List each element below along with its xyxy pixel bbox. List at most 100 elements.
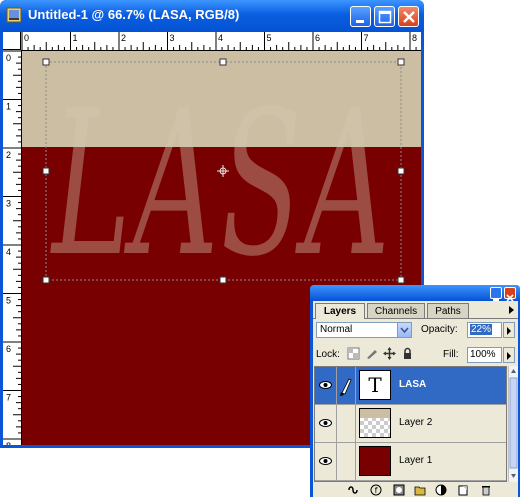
eye-icon [319,419,332,427]
ruler-corner[interactable] [3,32,21,50]
ruler-label: 2 [121,33,126,43]
opacity-label: Opacity: [421,324,458,335]
ruler-label: 3 [170,33,175,43]
ruler-label: 3 [6,199,11,209]
ruler-label: 4 [6,247,11,257]
new-adjustment-layer-icon[interactable] [435,484,447,496]
fill-field[interactable]: 100% [467,347,502,363]
layer-visibility-toggle[interactable] [315,443,337,480]
lock-image-pixels-icon[interactable] [365,347,378,360]
close-icon [403,11,415,23]
layer-name[interactable]: Layer 2 [399,417,432,428]
layers-scrollbar[interactable] [508,366,518,482]
ruler-label: 4 [218,33,223,43]
layer-name[interactable]: LASA [399,379,426,390]
fill-value: 100% [470,349,496,360]
lock-transparent-pixels-icon[interactable] [347,347,360,360]
ruler-label: 1 [6,102,11,112]
layers-palette-body: Layers Channels Paths Normal Opacity: 22… [313,301,518,497]
close-button[interactable] [398,6,419,27]
text-layer-t-icon: T [368,373,382,397]
layer-visibility-toggle[interactable] [315,367,337,404]
palette-tabs: Layers Channels Paths [313,301,518,319]
layer-row-layer-2[interactable]: Layer 2 [315,405,506,443]
layer-thumbnail [359,408,391,438]
blend-mode-value: Normal [320,324,353,335]
svg-text:f: f [375,486,378,495]
ruler-label: 6 [6,344,11,354]
layer-row-layer-1[interactable]: Layer 1 [315,443,506,481]
ruler-label: 5 [267,33,272,43]
handle-bottom-right [397,276,405,284]
layers-palette-titlebar[interactable] [310,285,520,302]
layers-list[interactable]: T LASA Layer 2 Layer 1 [314,366,507,482]
handle-top-left [42,58,50,66]
ruler-label: 8 [412,33,417,43]
layer-link-toggle[interactable] [337,367,356,404]
document-titlebar[interactable]: Untitled-1 @ 66.7% (LASA, RGB/8) [0,0,424,32]
scrollbar-arrows [509,369,518,478]
eye-icon [319,381,332,389]
layers-palette[interactable]: Layers Channels Paths Normal Opacity: 22… [310,285,520,497]
opacity-slider-button[interactable] [503,322,515,338]
tab-channels[interactable]: Channels [367,303,425,318]
link-layers-icon[interactable] [347,484,359,496]
tab-paths[interactable]: Paths [427,303,469,318]
new-layer-icon[interactable] [457,484,469,496]
minimize-icon [356,20,364,23]
add-layer-style-icon[interactable]: f [370,484,382,496]
ruler-label: 2 [6,150,11,160]
minimize-button[interactable] [350,6,371,27]
opacity-field[interactable]: 22% [467,322,502,338]
lock-position-icon[interactable] [383,347,396,360]
handle-top-center [219,58,227,66]
thumbnail-band [360,409,390,418]
ruler-label: 8 [6,441,11,445]
handle-bottom-left [42,276,50,284]
trash-icon[interactable] [480,484,492,496]
reference-point-icon [217,165,229,177]
handle-middle-left [42,167,50,175]
fill-label: Fill: [443,349,459,360]
ruler-label: 6 [315,33,320,43]
layer-thumbnail: T [359,370,391,400]
chevron-right-icon [507,327,511,335]
layer-link-toggle[interactable] [337,405,356,442]
photoshop-document-icon [6,7,22,23]
ruler-label: 0 [6,53,11,63]
blend-mode-select[interactable]: Normal [316,322,412,338]
fill-slider-button[interactable] [503,347,515,363]
handle-bottom-center [219,276,227,284]
lock-all-icon[interactable] [401,347,414,360]
layer-row-lasa[interactable]: T LASA [315,367,506,405]
vertical-ruler[interactable]: 0 1 2 3 4 5 6 7 8 [3,50,22,445]
eye-icon [319,457,332,465]
layers-palette-toolbar: f [313,483,518,497]
ruler-label: 7 [364,33,369,43]
lock-label: Lock: [316,349,340,360]
new-group-icon[interactable] [414,484,426,496]
layer-visibility-toggle[interactable] [315,405,337,442]
ruler-label: 1 [73,33,78,43]
ruler-label: 7 [6,393,11,403]
opacity-value: 22% [470,324,493,335]
horizontal-ruler[interactable]: 0 1 2 3 4 5 6 7 8 [21,32,421,51]
layer-thumbnail [359,446,391,476]
chevron-down-icon [397,323,411,337]
palette-minimize-button[interactable] [490,287,502,301]
layer-link-toggle[interactable] [337,443,356,480]
palette-menu-arrow-icon[interactable] [508,305,516,315]
maximize-button[interactable] [374,6,395,27]
ruler-label: 0 [24,33,29,43]
paintbrush-icon [340,378,352,396]
ruler-label: 5 [6,296,11,306]
document-title: Untitled-1 @ 66.7% (LASA, RGB/8) [28,7,240,22]
palette-close-button[interactable] [504,287,516,302]
handle-top-right [397,58,405,66]
add-layer-mask-icon[interactable] [393,484,405,496]
tab-layers[interactable]: Layers [315,303,365,319]
layer-name[interactable]: Layer 1 [399,455,432,466]
chevron-right-icon [507,352,511,360]
horizontal-ruler-ticks: 0 1 2 3 4 5 6 7 8 [21,32,417,50]
vertical-ruler-ticks: 0 1 2 3 4 5 6 7 8 [3,50,21,445]
